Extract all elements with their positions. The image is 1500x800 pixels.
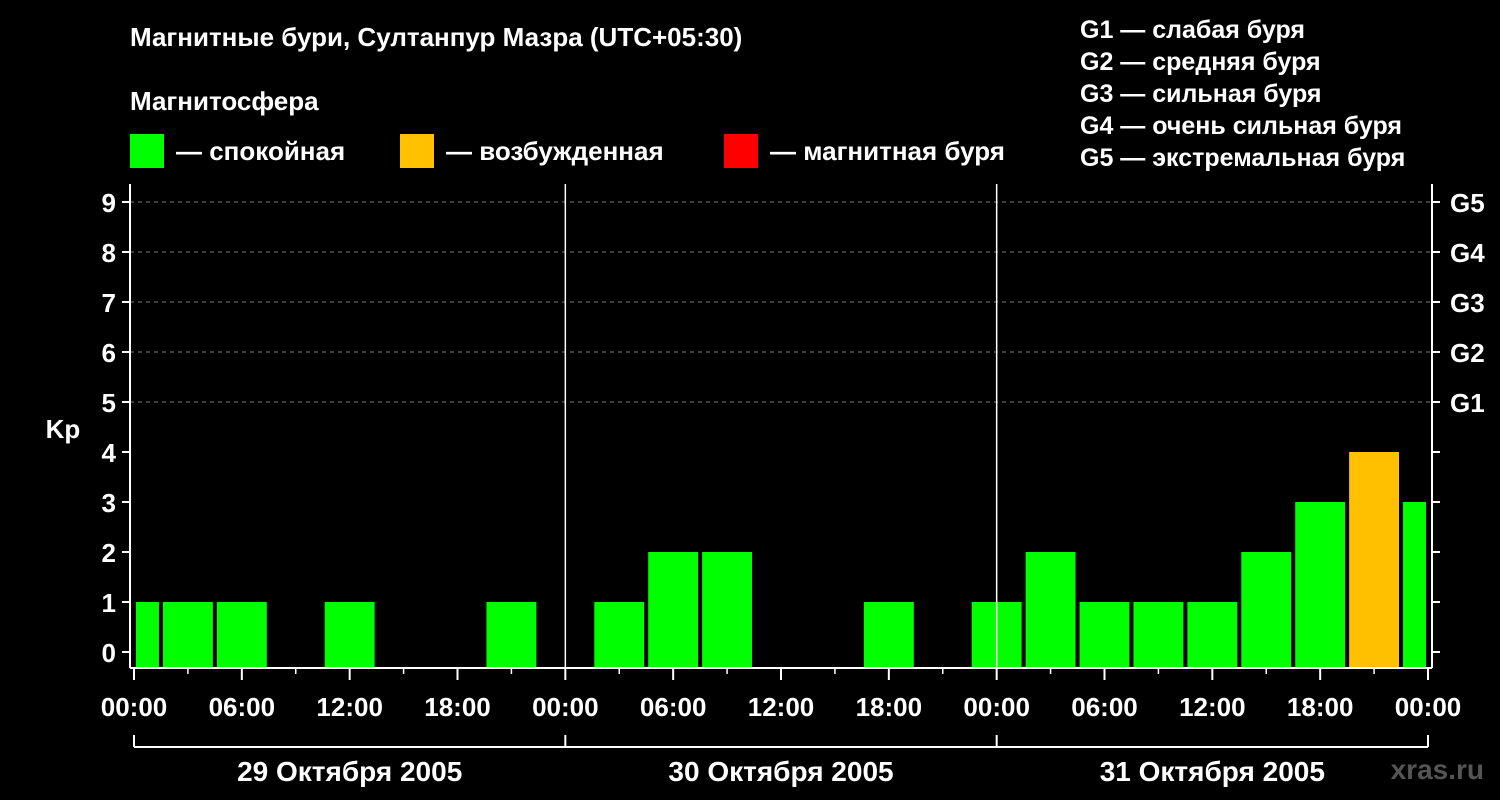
x-tick-label: 12:00 (748, 692, 815, 722)
g-tick-label: G2 (1450, 338, 1485, 368)
kp-bar (863, 602, 914, 668)
g-tick-label: G4 (1450, 238, 1485, 268)
y-tick-label: 1 (102, 588, 116, 618)
kp-bar (1295, 502, 1346, 668)
x-tick-label: 00:00 (1395, 692, 1462, 722)
y-tick-label: 5 (102, 388, 116, 418)
x-tick-label: 00:00 (963, 692, 1030, 722)
y-tick-label: 3 (102, 488, 116, 518)
kp-bar (702, 552, 753, 668)
y-tick-label: 8 (102, 238, 116, 268)
kp-bar (1025, 552, 1076, 668)
x-tick-label: 12:00 (316, 692, 383, 722)
kp-bar (162, 602, 213, 668)
kp-bar (594, 602, 645, 668)
x-tick-label: 06:00 (640, 692, 707, 722)
kp-chart: 0 1 2 3 4 5 6 7 8 9 G1 G2 G3 G4 G5 Kp 00:00 06:00 12:00 18:… (46, 184, 1485, 787)
kp-bar (486, 602, 537, 668)
kp-bar (136, 602, 159, 668)
day-label: 31 Октября 2005 (1100, 756, 1325, 787)
day-label: 30 Октября 2005 (668, 756, 893, 787)
kp-bar (1403, 502, 1426, 668)
x-tick-label: 18:00 (424, 692, 491, 722)
x-tick-label: 06:00 (209, 692, 276, 722)
y-tick-label: 6 (102, 338, 116, 368)
y-tick-label: 2 (102, 538, 116, 568)
x-tick-label: 00:00 (532, 692, 599, 722)
y-tick-label: 9 (102, 188, 116, 218)
kp-bar (1349, 452, 1400, 668)
y-tick-label: 7 (102, 288, 116, 318)
kp-bar (216, 602, 267, 668)
y-tick-label: 0 (102, 638, 116, 668)
kp-bar (1079, 602, 1130, 668)
g-tick-label: G3 (1450, 288, 1485, 318)
x-tick-label: 06:00 (1071, 692, 1138, 722)
x-tick-label: 00:00 (101, 692, 168, 722)
x-tick-label: 18:00 (856, 692, 923, 722)
x-tick-label: 18:00 (1287, 692, 1354, 722)
kp-bar (1133, 602, 1184, 668)
y-axis-label: Kp (46, 414, 81, 444)
y-tick-label: 4 (102, 438, 117, 468)
day-label: 29 Октября 2005 (237, 756, 462, 787)
x-tick-label: 12:00 (1179, 692, 1246, 722)
kp-bar (648, 552, 699, 668)
watermark: xras.ru (1390, 754, 1484, 785)
kp-bar (324, 602, 375, 668)
g-tick-label: G1 (1450, 388, 1485, 418)
kp-bar (1241, 552, 1292, 668)
g-tick-label: G5 (1450, 188, 1485, 218)
kp-bar (1187, 602, 1238, 668)
